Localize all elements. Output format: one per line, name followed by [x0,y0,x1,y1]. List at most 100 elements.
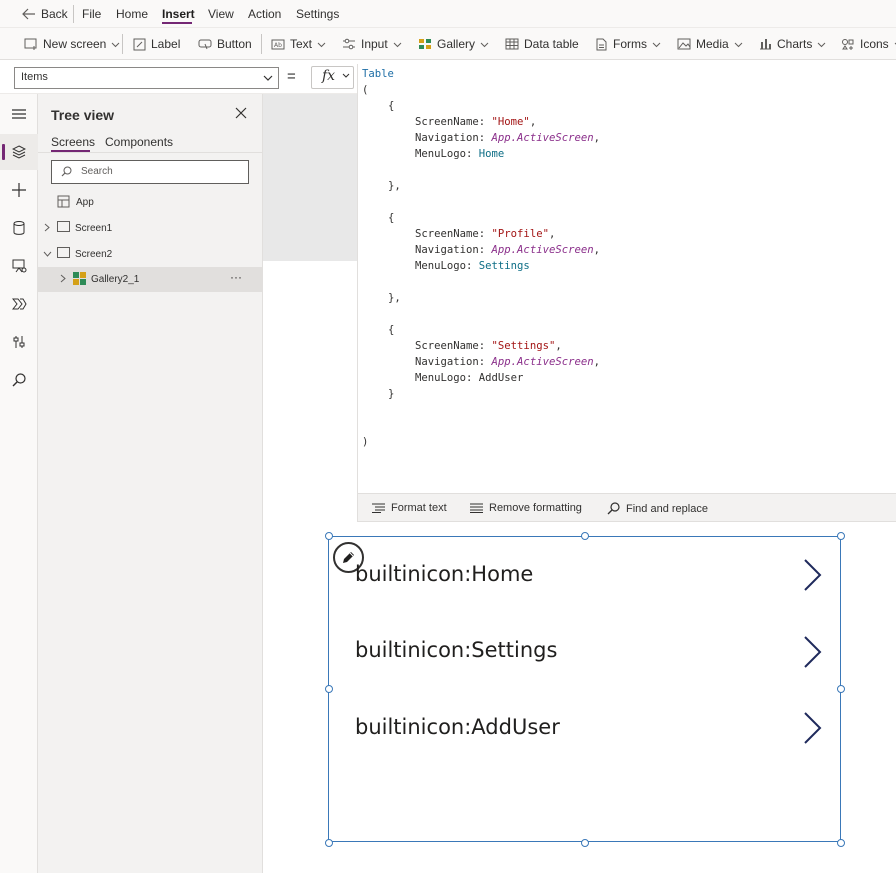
tree-view-button[interactable] [0,134,38,170]
ribbon-divider [122,34,123,54]
tree-item-screen2[interactable]: Screen2 [38,242,262,267]
resize-handle[interactable] [837,839,845,847]
power-automate-rail-button[interactable] [0,286,38,322]
remove-formatting-button[interactable]: Remove formatting [470,502,582,514]
media-icon [12,259,26,273]
gallery-item-title[interactable]: builtinicon:Settings [355,638,557,662]
equals-sign: = [287,68,296,85]
hamburger-menu-button[interactable] [0,96,38,132]
data-rail-button[interactable] [0,210,38,246]
tree-item-gallery2-1[interactable]: Gallery2_1 ··· [38,267,262,292]
media-rail-button[interactable] [0,248,38,284]
close-icon[interactable] [235,107,247,119]
gallery-label: Gallery [437,37,476,51]
tree-item-screen1[interactable]: Screen1 [38,216,262,241]
format-text-button[interactable]: Format text [372,502,447,514]
table-icon [505,38,519,50]
resize-handle[interactable] [837,532,845,540]
chevron-right-icon[interactable] [802,711,822,745]
hamburger-icon [12,109,26,119]
chevron-right-icon[interactable] [802,558,822,592]
back-label: Back [41,7,68,21]
tab-screens[interactable]: Screens [51,135,95,149]
code-line: MenuLogo: Home [415,148,505,160]
back-button[interactable]: Back [22,7,68,21]
label-button[interactable]: Label [133,37,180,51]
code-brace: }, [388,180,401,192]
screen-icon [57,221,70,232]
function-button[interactable]: fx [311,66,354,89]
menu-active-indicator [162,22,192,24]
arrow-left-icon [22,8,35,20]
forms-label: Forms [613,37,647,51]
code-line: Navigation: App.ActiveScreen, [415,132,600,144]
left-rail [0,94,38,873]
menu-bar: Back File Home Insert View Action Settin… [0,0,896,28]
search-placeholder: Search [81,166,113,177]
data-table-label: Data table [524,37,579,51]
chevron-right-icon[interactable] [802,635,822,669]
gallery-item-title[interactable]: builtinicon:AddUser [355,715,560,739]
charts-label: Charts [777,37,813,51]
code-brace: } [388,388,395,400]
code-line: Navigation: App.ActiveScreen, [415,244,600,256]
resize-handle[interactable] [837,685,845,693]
format-text-icon [372,503,385,513]
resize-handle[interactable] [325,685,333,693]
chart-icon [760,39,771,50]
menu-view[interactable]: View [208,7,234,21]
button-icon [198,39,212,50]
charts-button[interactable]: Charts [759,37,826,51]
chevron-down-icon [652,42,661,47]
label-icon [133,38,146,50]
formula-editor[interactable]: Table ( { ScreenName: "Home", Navigation… [357,64,896,493]
text-button[interactable]: Ab Text [271,37,326,51]
resize-handle[interactable] [325,839,333,847]
media-button[interactable]: Media [677,37,743,51]
gallery-button[interactable]: Gallery [418,37,489,51]
icons-button[interactable]: Icons [841,37,896,51]
text-input-icon: Ab [271,39,285,49]
tools-rail-button[interactable] [0,324,38,360]
menu-file[interactable]: File [82,7,101,21]
tree-item-app[interactable]: App [38,190,262,215]
code-keyword: Table [362,68,394,80]
resize-handle[interactable] [581,532,589,540]
form-icon [596,38,607,50]
forms-button[interactable]: Forms [595,37,661,51]
button-button[interactable]: Button [198,37,252,51]
format-text-label: Format text [391,502,447,514]
plus-icon [12,183,26,197]
search-rail-button[interactable] [0,362,38,398]
code-open-paren: ( [362,84,369,96]
menu-action[interactable]: Action [248,7,281,21]
power-automate-icon [11,298,27,310]
app-icon [57,195,70,208]
resize-handle[interactable] [325,532,333,540]
remove-formatting-icon [470,503,483,513]
resize-handle[interactable] [581,839,589,847]
data-table-button[interactable]: Data table [505,37,579,51]
code-brace: }, [388,292,401,304]
find-replace-button[interactable]: Find and replace [607,502,708,515]
menu-home[interactable]: Home [116,7,148,21]
input-button[interactable]: Input [342,37,402,51]
more-options-button[interactable]: ··· [230,270,242,284]
new-screen-button[interactable]: New screen [24,37,120,51]
chevron-down-icon[interactable] [43,251,52,257]
property-dropdown[interactable]: Items [14,67,279,89]
menu-insert[interactable]: Insert [162,7,195,21]
code-line: ScreenName: "Home", [415,116,537,128]
gallery-item-title[interactable]: builtinicon:Home [355,562,533,586]
database-icon [13,221,25,235]
chevron-right-icon[interactable] [44,223,50,232]
chevron-down-icon [342,73,349,78]
tab-components[interactable]: Components [105,135,173,149]
insert-rail-button[interactable] [0,172,38,208]
label-label: Label [151,37,181,51]
tree-search-input[interactable]: Search [51,160,249,184]
menu-settings[interactable]: Settings [296,7,339,21]
code-brace: { [388,324,395,336]
code-line: Navigation: App.ActiveScreen, [415,356,600,368]
chevron-right-icon[interactable] [60,274,66,283]
